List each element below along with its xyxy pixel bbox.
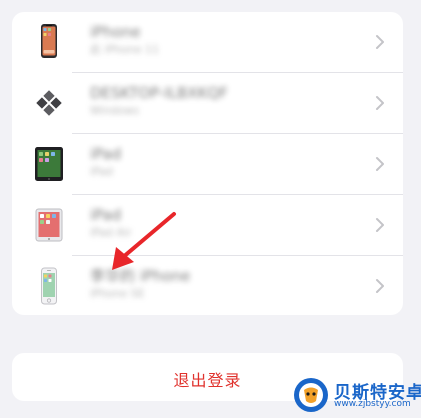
device-name: iPad xyxy=(90,145,122,163)
device-list-card: iPhone 此 iPhone 11 DESKTOP-ILBXKQF Windo… xyxy=(12,12,403,315)
device-name-block: 李华的 iPhone iPhone SE xyxy=(90,267,310,307)
watermark-url: www.zjbstyy.com xyxy=(334,399,411,409)
watermark-logo-icon xyxy=(292,376,330,414)
windows-icon xyxy=(29,81,69,125)
chevron-right-icon xyxy=(375,217,385,233)
device-model: iPad Air xyxy=(90,226,132,239)
device-name-block: iPad iPad xyxy=(90,145,310,185)
iphone-icon xyxy=(29,20,69,64)
watermark: 贝斯特安卓网 www.zjbstyy.com xyxy=(292,376,421,414)
device-model: Windows xyxy=(90,104,140,117)
device-row-ipad-air[interactable]: iPad iPad Air xyxy=(12,195,403,256)
device-model: iPhone SE xyxy=(90,287,145,300)
chevron-right-icon xyxy=(375,156,385,172)
device-name: iPhone xyxy=(90,23,141,41)
chevron-right-icon xyxy=(375,95,385,111)
device-name: DESKTOP-ILBXKQF xyxy=(90,84,228,102)
device-name-block: DESKTOP-ILBXKQF Windows xyxy=(90,84,310,124)
ipad-icon xyxy=(29,203,69,247)
device-name-block: iPad iPad Air xyxy=(90,206,310,246)
device-name-block: iPhone 此 iPhone 11 xyxy=(90,23,310,63)
device-row-desktop[interactable]: DESKTOP-ILBXKQF Windows xyxy=(12,73,403,134)
iphone-old-icon xyxy=(29,264,69,308)
device-name: iPad xyxy=(90,206,122,224)
device-row-iphone[interactable]: iPhone 此 iPhone 11 xyxy=(12,12,403,73)
device-row-ipad[interactable]: iPad iPad xyxy=(12,134,403,195)
ipad-icon xyxy=(29,142,69,186)
device-row-iphone-se[interactable]: 李华的 iPhone iPhone SE xyxy=(12,256,403,315)
device-model: iPad xyxy=(90,165,113,178)
chevron-right-icon xyxy=(375,278,385,294)
device-model: 此 iPhone 11 xyxy=(90,43,160,56)
chevron-right-icon xyxy=(375,34,385,50)
device-name: 李华的 iPhone xyxy=(90,267,191,285)
